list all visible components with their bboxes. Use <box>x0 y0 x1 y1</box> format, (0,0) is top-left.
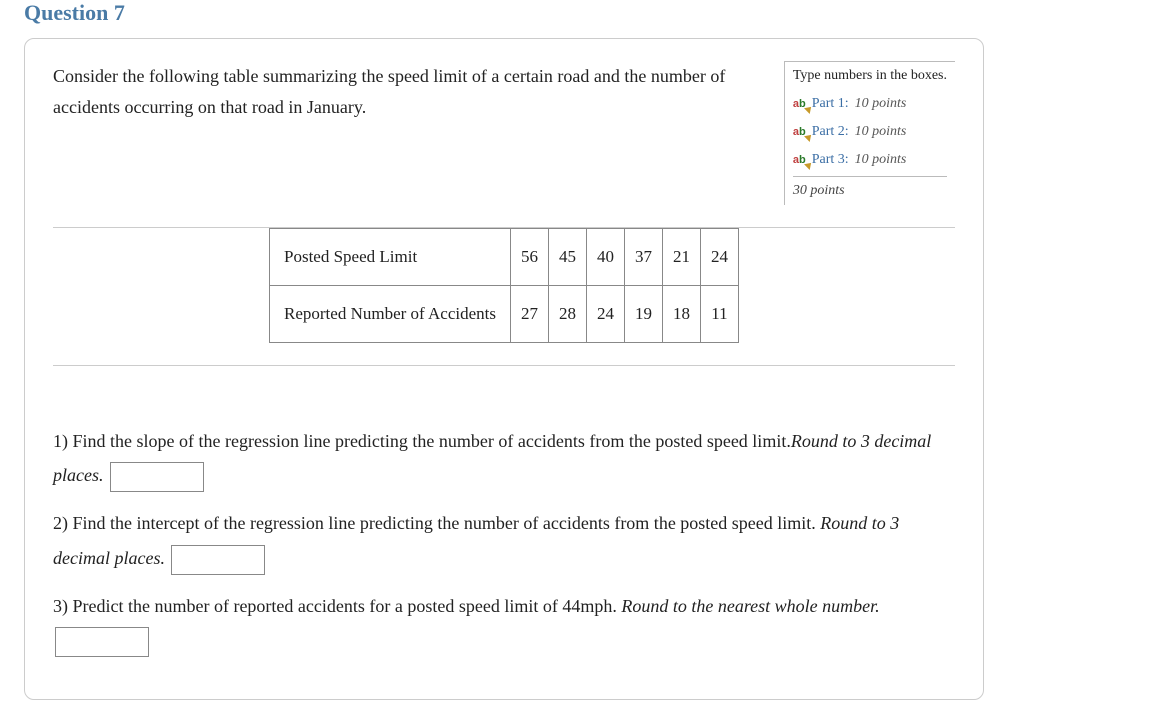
part-points: 10 points <box>855 124 907 140</box>
table-cell: 56 <box>510 229 548 286</box>
question-card: Consider the following table summarizing… <box>24 38 984 700</box>
table-cell: 28 <box>548 286 586 343</box>
table-cell: 11 <box>700 286 738 343</box>
table-cell: 37 <box>624 229 662 286</box>
table-cell: 40 <box>586 229 624 286</box>
part-label: Part 1: <box>812 96 849 112</box>
table-cell: 18 <box>662 286 700 343</box>
answer-input-3[interactable] <box>55 627 149 657</box>
question-3: 3) Predict the number of reported accide… <box>53 589 955 657</box>
points-part-3: ab Part 3: 10 points <box>785 146 955 174</box>
text-entry-icon: ab <box>793 127 806 138</box>
intro-text: Consider the following table summarizing… <box>53 61 784 122</box>
row-label: Reported Number of Accidents <box>270 286 511 343</box>
table-cell: 27 <box>510 286 548 343</box>
table-cell: 45 <box>548 229 586 286</box>
questions-block: 1) Find the slope of the regression line… <box>53 424 955 657</box>
points-total: 30 points <box>785 177 955 205</box>
table-cell: 21 <box>662 229 700 286</box>
points-box: Type numbers in the boxes. ab Part 1: 10… <box>784 61 955 205</box>
answer-input-1[interactable] <box>110 462 204 492</box>
part-points: 10 points <box>855 96 907 112</box>
text-entry-icon: ab <box>793 155 806 166</box>
part-label: Part 2: <box>812 124 849 140</box>
data-table: Posted Speed Limit 56 45 40 37 21 24 Rep… <box>269 228 739 343</box>
table-cell: 24 <box>586 286 624 343</box>
q3-hint: Round to the nearest whole number. <box>621 596 879 616</box>
points-part-1: ab Part 1: 10 points <box>785 90 955 118</box>
points-header: Type numbers in the boxes. <box>785 62 955 90</box>
answer-input-2[interactable] <box>171 545 265 575</box>
table-row: Reported Number of Accidents 27 28 24 19… <box>270 286 739 343</box>
points-part-2: ab Part 2: 10 points <box>785 118 955 146</box>
q3-text: 3) Predict the number of reported accide… <box>53 596 621 616</box>
q2-text: 2) Find the intercept of the regression … <box>53 513 820 533</box>
question-2: 2) Find the intercept of the regression … <box>53 506 955 574</box>
table-cell: 19 <box>624 286 662 343</box>
part-points: 10 points <box>855 152 907 168</box>
question-title: Question 7 <box>24 0 1128 26</box>
row-label: Posted Speed Limit <box>270 229 511 286</box>
q1-text: 1) Find the slope of the regression line… <box>53 431 791 451</box>
part-label: Part 3: <box>812 152 849 168</box>
table-cell: 24 <box>700 229 738 286</box>
question-1: 1) Find the slope of the regression line… <box>53 424 955 492</box>
table-row: Posted Speed Limit 56 45 40 37 21 24 <box>270 229 739 286</box>
text-entry-icon: ab <box>793 99 806 110</box>
